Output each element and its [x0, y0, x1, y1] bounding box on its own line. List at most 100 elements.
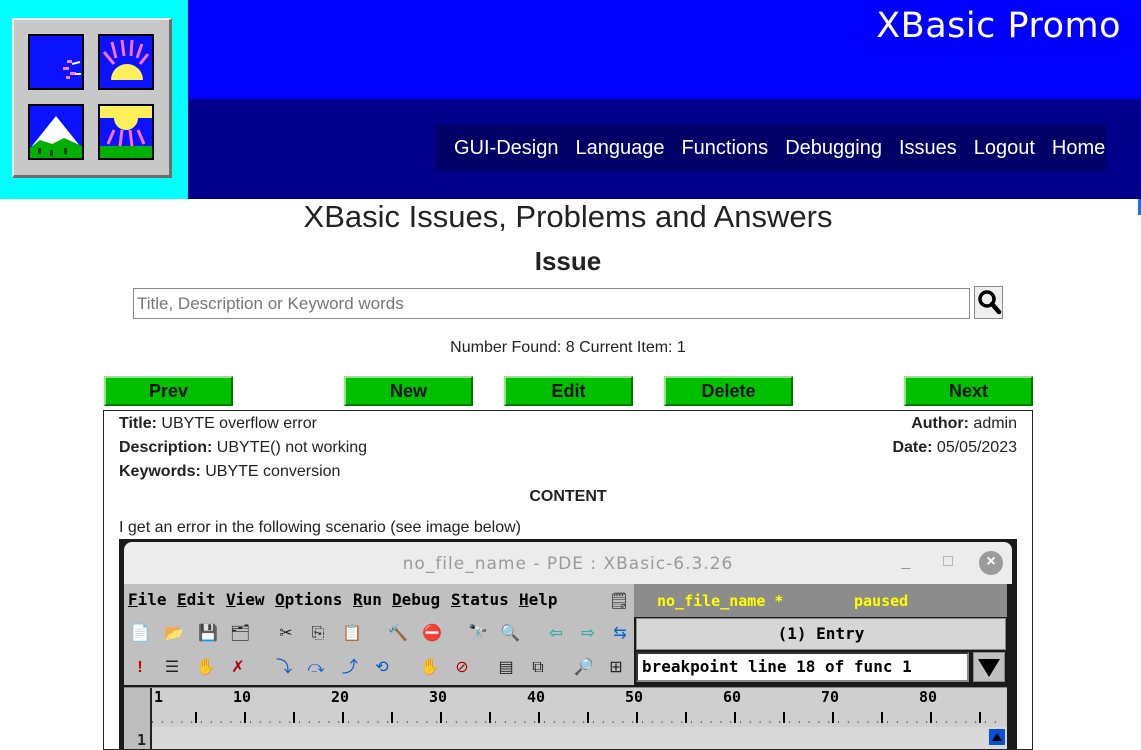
open-folder-icon: 📂	[164, 625, 184, 642]
compile-icon: 🔨	[388, 625, 408, 642]
cut-icon: ✂	[279, 625, 293, 642]
new-button[interactable]: New	[344, 376, 473, 406]
list-icon: ☰	[164, 659, 180, 676]
pde-menu-file: File	[128, 590, 167, 609]
step-over-icon: ⤼	[307, 659, 325, 676]
ruler-mark: 60	[723, 688, 742, 706]
close-icon: ×	[979, 551, 1003, 575]
pde-menubar: File Edit View Options Run Debug Status …	[124, 584, 634, 617]
memory-icon: ⊞	[609, 659, 623, 676]
pde-menu-edit: Edit	[177, 590, 216, 609]
pde-ruler: 1 10 20 30 40 50 60 70 80	[124, 687, 1007, 728]
pde-status-file: no_file_name *	[657, 592, 784, 610]
pde-menu-run: Run	[353, 590, 382, 609]
pde-toolbar-2: ! ☰ ✋ ✗ ⤵ ⤼ ⤴ ⟲ ✋ ⊘ ▤ ⧉ 🔎 ⊞	[124, 651, 634, 685]
ruler-mark: 50	[625, 688, 644, 706]
nav-functions[interactable]: Functions	[681, 137, 768, 160]
variables-icon: ▤	[498, 659, 514, 676]
toggle-icon: ⇆	[613, 625, 627, 642]
edit-button[interactable]: Edit	[504, 376, 633, 406]
step-local-icon: ⟲	[375, 659, 389, 676]
editor-gutter: 1	[124, 727, 152, 749]
pde-menu-view: View	[226, 590, 265, 609]
pde-status-panel: no_file_name * paused	[634, 584, 1007, 617]
pde-breakpoint-status: breakpoint line 18 of func 1	[636, 652, 969, 682]
nav-home[interactable]: Home	[1052, 137, 1105, 160]
main-nav: GUI-Design Language Functions Debugging …	[436, 125, 1106, 171]
ruler-mark: 70	[821, 688, 840, 706]
ruler-ticks	[152, 712, 1004, 723]
nav-logout[interactable]: Logout	[974, 137, 1035, 160]
step-out-icon: ⤴	[341, 659, 358, 676]
nav-language[interactable]: Language	[575, 137, 664, 160]
minimize-icon: _	[901, 553, 911, 570]
line-number: 1	[136, 731, 146, 749]
page-title: XBasic Issues, Problems and Answers	[303, 199, 833, 234]
issue-author: Author: admin	[911, 415, 1017, 432]
inspect-icon: 🔎	[574, 659, 594, 676]
save-all-icon: 🗂	[230, 625, 251, 642]
pde-menu-debug: Debug	[392, 590, 441, 609]
ruler-mark: 40	[527, 688, 546, 706]
ruler-mark: 10	[233, 688, 252, 706]
replace-icon: 🔍	[500, 625, 520, 642]
nav-debugging[interactable]: Debugging	[785, 137, 882, 160]
find-icon: 🔭	[468, 625, 488, 642]
prev-button[interactable]: Prev	[104, 376, 233, 406]
pde-menu-help: Help	[519, 590, 558, 609]
frames-icon: ⧉	[532, 659, 544, 676]
maximize-icon: □	[943, 553, 953, 570]
delete-button[interactable]: Delete	[664, 376, 793, 406]
logo-window-frame	[12, 18, 172, 178]
ruler-gutter	[124, 688, 152, 728]
arrow-left-icon: ⇦	[549, 625, 563, 642]
content-intro: I get an error in the following scenario…	[119, 519, 521, 536]
logo-pane-mountain	[28, 104, 84, 160]
pde-status-state: paused	[854, 592, 909, 610]
site-title: XBasic Promo	[876, 6, 1121, 46]
scroll-up-icon	[989, 729, 1005, 745]
abort-icon: ⛔	[422, 625, 442, 642]
ruler-mark: 80	[919, 688, 938, 706]
breakpoint-icon: ⊘	[455, 659, 469, 676]
pde-toolbar-1: 📄 📂 💾 🗂 ✂ ⎘ 📋 🔨 ⛔ 🔭 🔍 ⇦ ⇨ ⇆	[124, 617, 634, 651]
site-logo[interactable]	[0, 0, 188, 199]
arrow-right-icon: ⇨	[581, 625, 595, 642]
issue-card: Title: UBYTE overflow error Author: admi…	[103, 410, 1033, 750]
result-count: Number Found: 8 Current Item: 1	[450, 339, 686, 356]
nav-issues[interactable]: Issues	[899, 137, 957, 160]
logo-pane-sunrise	[98, 34, 154, 90]
save-icon: 💾	[198, 625, 218, 642]
ruler-mark: 1	[154, 688, 164, 706]
next-button[interactable]: Next	[904, 376, 1033, 406]
notepad-icon: 🗒	[609, 591, 630, 610]
window-title: no_file_name - PDE : XBasic-6.3.26	[402, 554, 734, 574]
step-into-icon: ⤵	[275, 659, 292, 676]
search-input[interactable]	[133, 288, 970, 319]
magnifier-icon	[978, 290, 1002, 315]
issue-keywords: Keywords: UBYTE conversion	[119, 463, 341, 480]
pde-function-entry: (1) Entry	[636, 618, 1006, 650]
content-label: CONTENT	[529, 488, 607, 505]
header-banner: XBasic Promo	[188, 0, 1141, 99]
alert-icon: !	[137, 659, 143, 676]
copy-icon: ⎘	[311, 625, 325, 642]
window-titlebar: no_file_name - PDE : XBasic-6.3.26 _ □ ×	[124, 542, 1012, 584]
pde-menu-options: Options	[275, 590, 343, 609]
issue-title: Title: UBYTE overflow error	[119, 415, 317, 432]
kill-icon: ✗	[231, 659, 245, 676]
nav-gui-design[interactable]: GUI-Design	[454, 137, 558, 160]
pde-menu-status: Status	[451, 590, 509, 609]
logo-pane-sunset	[98, 104, 154, 160]
search-button[interactable]	[974, 286, 1003, 319]
pde-editor: 1	[124, 727, 1007, 749]
new-file-icon: 📄	[130, 625, 150, 642]
ruler-mark: 30	[429, 688, 448, 706]
issue-heading: Issue	[534, 246, 602, 276]
logo-pane-stars	[28, 34, 84, 90]
paste-icon: 📋	[342, 625, 362, 642]
ruler-mark: 20	[331, 688, 350, 706]
dropdown-arrow-icon	[973, 652, 1005, 682]
issue-description: Description: UBYTE() not working	[119, 439, 368, 456]
content-screenshot: no_file_name - PDE : XBasic-6.3.26 _ □ ×…	[119, 539, 1017, 749]
